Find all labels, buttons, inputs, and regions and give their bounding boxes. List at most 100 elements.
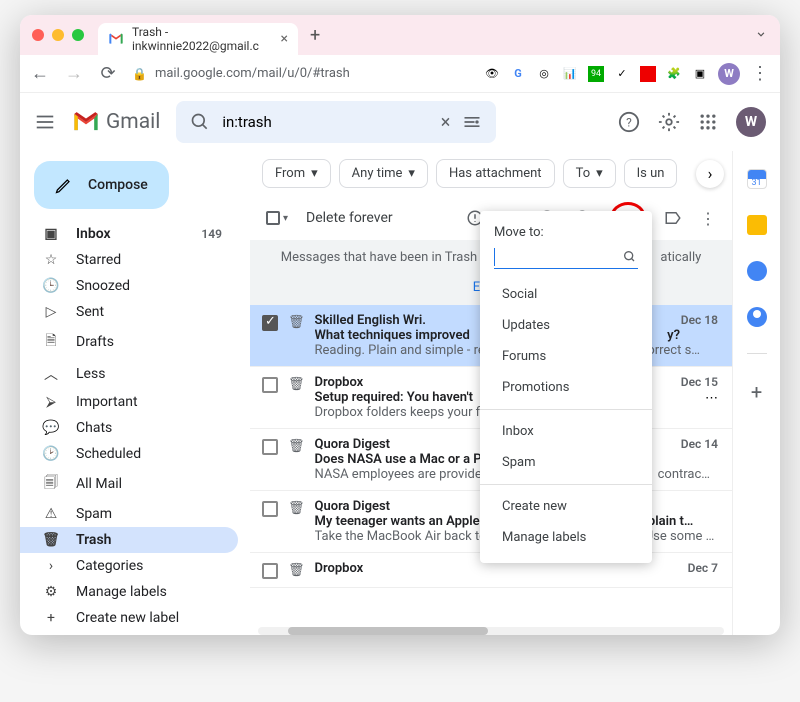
url-field[interactable]: 🔒 mail.google.com/mail/u/0/#trash <box>132 66 470 81</box>
browser-tab[interactable]: Trash - inkwinnie2022@gmail.c × <box>98 23 298 55</box>
apps-grid-icon[interactable] <box>698 112 718 132</box>
sidebar-create-label[interactable]: +Create new label <box>20 605 238 631</box>
keep-app-icon[interactable] <box>747 215 767 235</box>
trash-icon: 🗑 <box>288 315 305 358</box>
sidebar-starred[interactable]: ☆Starred <box>20 247 238 273</box>
move-social[interactable]: Social <box>480 279 652 310</box>
ext-target-icon[interactable]: ◎ <box>536 66 552 82</box>
move-forums[interactable]: Forums <box>480 341 652 372</box>
ext-chart-icon[interactable]: 📊 <box>562 66 578 82</box>
dropdown-icon: ▾ <box>408 166 415 181</box>
inbox-count: 149 <box>201 227 222 241</box>
header-right: ? W <box>618 107 766 137</box>
ext-red-icon[interactable] <box>640 66 656 82</box>
search-icon <box>190 112 210 132</box>
lock-icon: 🔒 <box>132 67 147 81</box>
account-avatar[interactable]: W <box>736 107 766 137</box>
ext-box-icon[interactable]: ▣ <box>692 66 708 82</box>
sidebar-label: Create new label <box>76 610 179 626</box>
gmail-logo[interactable]: Gmail <box>72 110 160 134</box>
message-sender: Dropbox <box>315 561 720 576</box>
horizontal-scrollbar[interactable] <box>258 627 724 635</box>
minimize-window-button[interactable] <box>52 29 64 41</box>
sidebar-sent[interactable]: ▷Sent <box>20 299 238 325</box>
compose-button[interactable]: Compose <box>34 161 169 209</box>
traffic-lights <box>32 29 84 41</box>
profile-avatar[interactable]: W <box>718 63 740 85</box>
sidebar-inbox[interactable]: ▣ Inbox 149 <box>20 221 238 247</box>
ext-green-icon[interactable]: 94 <box>588 66 604 82</box>
gmail-logo-icon <box>72 111 100 133</box>
close-tab-icon[interactable]: × <box>281 31 288 47</box>
delete-forever-button[interactable]: Delete forever <box>306 210 393 226</box>
sidebar-label: Spam <box>76 506 112 522</box>
tabs-overflow-icon[interactable] <box>754 26 768 45</box>
pencil-icon <box>54 175 74 195</box>
filter-any-time[interactable]: Any time▾ <box>339 159 428 188</box>
inbox-icon: ▣ <box>42 226 60 242</box>
ext-eye-icon[interactable]: 👁 <box>484 66 500 82</box>
move-search-row <box>494 248 638 269</box>
add-panel-icon[interactable]: + <box>751 380 762 404</box>
settings-icon[interactable] <box>658 111 680 133</box>
message-checkbox[interactable] <box>262 377 278 393</box>
trash-icon: 🗑 <box>42 532 60 548</box>
hamburger-icon[interactable] <box>34 111 56 133</box>
move-promotions[interactable]: Promotions <box>480 372 652 403</box>
sidebar-label: Inbox <box>76 226 111 242</box>
move-create-new[interactable]: Create new <box>480 491 652 522</box>
filter-is-unread[interactable]: Is un <box>624 159 678 188</box>
ext-check-icon[interactable]: ✓ <box>614 66 630 82</box>
maximize-window-button[interactable] <box>72 29 84 41</box>
calendar-app-icon[interactable]: 31 <box>747 169 767 189</box>
filter-to[interactable]: To▾ <box>563 159 616 188</box>
sidebar-spam[interactable]: ⚠Spam <box>20 501 238 527</box>
url-text: mail.google.com/mail/u/0/#trash <box>155 66 350 81</box>
message-checkbox[interactable] <box>262 501 278 517</box>
sidebar-all-mail[interactable]: 🗐All Mail <box>20 467 238 501</box>
help-icon[interactable]: ? <box>618 111 640 133</box>
filter-has-attachment[interactable]: Has attachment <box>436 159 555 188</box>
select-all-checkbox[interactable]: ▾ <box>266 211 288 225</box>
star-icon: ☆ <box>42 252 60 268</box>
tasks-app-icon[interactable] <box>747 261 767 281</box>
search-box[interactable]: × <box>176 101 496 143</box>
more-menu-icon[interactable]: ⋮ <box>700 209 716 228</box>
extensions-menu-icon[interactable]: 🧩 <box>666 66 682 82</box>
reload-button[interactable]: ⟳ <box>98 63 118 84</box>
browser-menu-icon[interactable]: ⋮ <box>750 63 770 84</box>
sidebar-label: Sent <box>76 304 104 320</box>
message-checkbox[interactable] <box>262 439 278 455</box>
sidebar-scheduled[interactable]: 🕑Scheduled <box>20 441 238 467</box>
message-subject-right: y? <box>667 328 680 343</box>
move-updates[interactable]: Updates <box>480 310 652 341</box>
schedule-icon: 🕑 <box>42 446 60 462</box>
message-checkbox[interactable] <box>262 563 278 579</box>
filter-from[interactable]: From▾ <box>262 159 331 188</box>
search-options-icon[interactable] <box>462 112 482 132</box>
message-checkbox[interactable] <box>262 315 278 331</box>
contacts-app-icon[interactable] <box>747 307 767 327</box>
sidebar-drafts[interactable]: 🗎Drafts <box>20 325 238 359</box>
move-manage-labels[interactable]: Manage labels <box>480 522 652 553</box>
sidebar-less[interactable]: ︿Less <box>20 359 238 389</box>
sidebar-manage-labels[interactable]: ⚙Manage labels <box>20 579 238 605</box>
sidebar-trash[interactable]: 🗑Trash <box>20 527 238 553</box>
move-search-input[interactable] <box>494 248 507 266</box>
clear-search-icon[interactable]: × <box>441 112 451 133</box>
move-spam[interactable]: Spam <box>480 447 652 478</box>
search-input[interactable] <box>222 113 428 131</box>
sidebar-snoozed[interactable]: 🕒Snoozed <box>20 273 238 299</box>
new-tab-button[interactable]: + <box>310 25 320 46</box>
sidebar-chats[interactable]: 💬Chats <box>20 415 238 441</box>
close-window-button[interactable] <box>32 29 44 41</box>
labels-icon[interactable] <box>664 209 682 227</box>
sidebar-important[interactable]: ⮚Important <box>20 389 238 415</box>
sidebar-categories[interactable]: ›Categories <box>20 553 238 579</box>
scroll-filters-right[interactable]: › <box>696 160 724 188</box>
back-button[interactable]: ← <box>30 63 50 84</box>
compose-label: Compose <box>88 177 148 193</box>
ext-google-icon[interactable]: G <box>510 66 526 82</box>
move-inbox[interactable]: Inbox <box>480 416 652 447</box>
message-more-icon[interactable]: ⋯ <box>705 391 718 406</box>
